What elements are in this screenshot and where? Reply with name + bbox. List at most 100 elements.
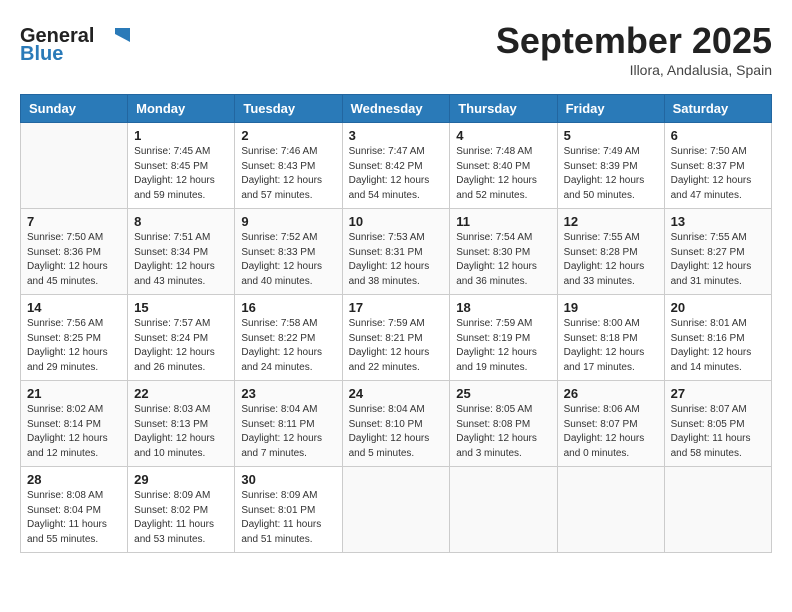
svg-text:Blue: Blue [20,43,63,65]
day-number: 4 [456,128,550,143]
day-info: Sunrise: 7:45 AM Sunset: 8:45 PM Dayligh… [134,145,228,203]
day-info: Sunrise: 7:57 AM Sunset: 8:24 PM Dayligh… [134,317,228,375]
day-info: Sunrise: 7:58 AM Sunset: 8:22 PM Dayligh… [241,317,335,375]
day-number: 22 [134,386,228,401]
day-info: Sunrise: 8:04 AM Sunset: 8:10 PM Dayligh… [349,403,444,461]
calendar-cell: 5 Sunrise: 7:49 AM Sunset: 8:39 PM Daylig… [557,123,664,209]
day-number: 13 [671,214,765,229]
calendar-cell [664,467,771,553]
weekday-header: Tuesday [235,95,342,123]
calendar-cell [557,467,664,553]
calendar-cell: 26 Sunrise: 8:06 AM Sunset: 8:07 PM Dayli… [557,381,664,467]
day-info: Sunrise: 7:53 AM Sunset: 8:31 PM Dayligh… [349,231,444,289]
day-info: Sunrise: 8:00 AM Sunset: 8:18 PM Dayligh… [564,317,658,375]
calendar-cell: 23 Sunrise: 8:04 AM Sunset: 8:11 PM Dayli… [235,381,342,467]
day-number: 26 [564,386,658,401]
day-info: Sunrise: 7:48 AM Sunset: 8:40 PM Dayligh… [456,145,550,203]
day-number: 24 [349,386,444,401]
day-info: Sunrise: 8:09 AM Sunset: 8:02 PM Dayligh… [134,489,228,547]
calendar-table: SundayMondayTuesdayWednesdayThursdayFrid… [20,94,772,553]
calendar-cell: 3 Sunrise: 7:47 AM Sunset: 8:42 PM Daylig… [342,123,450,209]
location-title: Illora, Andalusia, Spain [496,62,772,78]
month-title: September 2025 [496,20,772,62]
page-header: General Blue September 2025 Illora, Anda… [20,20,772,78]
calendar-cell: 20Sunrise: 8:01 AM Sunset: 8:16 PM Dayli… [664,295,771,381]
calendar-cell: 18 Sunrise: 7:59 AM Sunset: 8:19 PM Dayli… [450,295,557,381]
day-number: 18 [456,300,550,315]
day-info: Sunrise: 8:03 AM Sunset: 8:13 PM Dayligh… [134,403,228,461]
calendar-week-row: 7 Sunrise: 7:50 AM Sunset: 8:36 PM Daylig… [21,209,772,295]
day-number: 21 [27,386,121,401]
calendar-cell: 25 Sunrise: 8:05 AM Sunset: 8:08 PM Dayli… [450,381,557,467]
day-info: Sunrise: 7:55 AM Sunset: 8:27 PM Dayligh… [671,231,765,289]
calendar-cell: 21 Sunrise: 8:02 AM Sunset: 8:14 PM Dayli… [21,381,128,467]
calendar-week-row: 28 Sunrise: 8:08 AM Sunset: 8:04 PM Dayli… [21,467,772,553]
calendar-cell: 9 Sunrise: 7:52 AM Sunset: 8:33 PM Daylig… [235,209,342,295]
calendar-cell: 13 Sunrise: 7:55 AM Sunset: 8:27 PM Dayli… [664,209,771,295]
day-info: Sunrise: 8:02 AM Sunset: 8:14 PM Dayligh… [27,403,121,461]
calendar-cell: 10Sunrise: 7:53 AM Sunset: 8:31 PM Dayli… [342,209,450,295]
day-info: Sunrise: 7:54 AM Sunset: 8:30 PM Dayligh… [456,231,550,289]
day-info: Sunrise: 8:08 AM Sunset: 8:04 PM Dayligh… [27,489,121,547]
logo: General Blue [20,20,130,65]
day-info: Sunrise: 7:55 AM Sunset: 8:28 PM Dayligh… [564,231,658,289]
calendar-cell: 30Sunrise: 8:09 AM Sunset: 8:01 PM Dayli… [235,467,342,553]
day-number: 7 [27,214,121,229]
calendar-cell: 24 Sunrise: 8:04 AM Sunset: 8:10 PM Dayli… [342,381,450,467]
weekday-header: Friday [557,95,664,123]
day-number: 12 [564,214,658,229]
calendar-cell: 29Sunrise: 8:09 AM Sunset: 8:02 PM Dayli… [128,467,235,553]
day-info: Sunrise: 7:49 AM Sunset: 8:39 PM Dayligh… [564,145,658,203]
day-info: Sunrise: 8:04 AM Sunset: 8:11 PM Dayligh… [241,403,335,461]
day-info: Sunrise: 7:59 AM Sunset: 8:19 PM Dayligh… [456,317,550,375]
weekday-header: Sunday [21,95,128,123]
day-info: Sunrise: 7:50 AM Sunset: 8:37 PM Dayligh… [671,145,765,203]
calendar-cell: 11 Sunrise: 7:54 AM Sunset: 8:30 PM Dayli… [450,209,557,295]
calendar-week-row: 1Sunrise: 7:45 AM Sunset: 8:45 PM Daylig… [21,123,772,209]
day-number: 23 [241,386,335,401]
day-number: 2 [241,128,335,143]
calendar-cell: 14 Sunrise: 7:56 AM Sunset: 8:25 PM Dayli… [21,295,128,381]
day-info: Sunrise: 7:56 AM Sunset: 8:25 PM Dayligh… [27,317,121,375]
day-number: 19 [564,300,658,315]
day-number: 28 [27,472,121,487]
calendar-cell: 12 Sunrise: 7:55 AM Sunset: 8:28 PM Dayli… [557,209,664,295]
day-number: 6 [671,128,765,143]
day-number: 3 [349,128,444,143]
calendar-cell [21,123,128,209]
calendar-cell: 19 Sunrise: 8:00 AM Sunset: 8:18 PM Dayli… [557,295,664,381]
day-number: 25 [456,386,550,401]
day-info: Sunrise: 7:50 AM Sunset: 8:36 PM Dayligh… [27,231,121,289]
day-number: 9 [241,214,335,229]
calendar-cell: 4 Sunrise: 7:48 AM Sunset: 8:40 PM Daylig… [450,123,557,209]
calendar-cell: 2 Sunrise: 7:46 AM Sunset: 8:43 PM Daylig… [235,123,342,209]
logo-svg: General Blue [20,20,130,65]
day-info: Sunrise: 8:07 AM Sunset: 8:05 PM Dayligh… [671,403,765,461]
day-number: 8 [134,214,228,229]
title-block: September 2025 Illora, Andalusia, Spain [496,20,772,78]
calendar-cell: 1Sunrise: 7:45 AM Sunset: 8:45 PM Daylig… [128,123,235,209]
day-number: 15 [134,300,228,315]
day-info: Sunrise: 7:51 AM Sunset: 8:34 PM Dayligh… [134,231,228,289]
day-number: 5 [564,128,658,143]
calendar-week-row: 21 Sunrise: 8:02 AM Sunset: 8:14 PM Dayli… [21,381,772,467]
calendar-cell: 17Sunrise: 7:59 AM Sunset: 8:21 PM Dayli… [342,295,450,381]
day-info: Sunrise: 8:06 AM Sunset: 8:07 PM Dayligh… [564,403,658,461]
weekday-header: Monday [128,95,235,123]
day-info: Sunrise: 8:05 AM Sunset: 8:08 PM Dayligh… [456,403,550,461]
calendar-cell: 16Sunrise: 7:58 AM Sunset: 8:22 PM Dayli… [235,295,342,381]
calendar-week-row: 14 Sunrise: 7:56 AM Sunset: 8:25 PM Dayli… [21,295,772,381]
day-info: Sunrise: 7:47 AM Sunset: 8:42 PM Dayligh… [349,145,444,203]
day-number: 30 [241,472,335,487]
day-info: Sunrise: 7:52 AM Sunset: 8:33 PM Dayligh… [241,231,335,289]
day-info: Sunrise: 7:46 AM Sunset: 8:43 PM Dayligh… [241,145,335,203]
day-number: 14 [27,300,121,315]
calendar-cell: 6 Sunrise: 7:50 AM Sunset: 8:37 PM Daylig… [664,123,771,209]
calendar-cell: 27 Sunrise: 8:07 AM Sunset: 8:05 PM Dayli… [664,381,771,467]
day-number: 27 [671,386,765,401]
weekday-header: Thursday [450,95,557,123]
day-number: 17 [349,300,444,315]
calendar-cell [450,467,557,553]
calendar-cell [342,467,450,553]
day-number: 11 [456,214,550,229]
